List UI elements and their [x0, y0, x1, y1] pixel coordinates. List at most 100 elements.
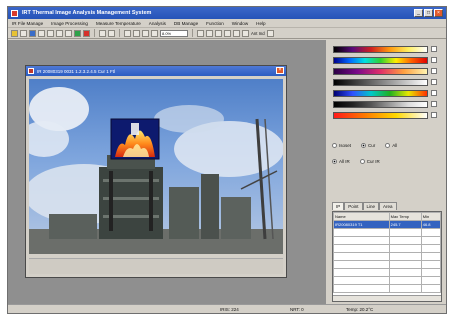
point-tool-icon[interactable] — [124, 29, 131, 37]
zoom-select[interactable]: 8.0% — [160, 29, 188, 37]
open-folder-icon[interactable] — [11, 29, 18, 37]
zoom-in-icon[interactable] — [197, 29, 204, 37]
toolbar-right-label[interactable]: Ant Ind — [251, 31, 265, 36]
measure-tabs: IP Point Line Area — [332, 202, 397, 210]
radio-label: Isoset — [339, 143, 352, 148]
column-header-max-temp[interactable]: Max Temp — [388, 212, 422, 221]
cell-min: 46.8 — [420, 220, 441, 229]
grid-icon[interactable] — [65, 29, 72, 37]
copy-icon[interactable] — [47, 29, 54, 37]
child-close-button[interactable]: × — [276, 67, 284, 74]
radio-label: Cur — [368, 143, 376, 148]
paste-icon[interactable] — [56, 29, 63, 37]
menu-db-manage[interactable]: DB Manage — [170, 21, 202, 26]
crop-icon[interactable] — [233, 29, 240, 37]
table-row[interactable] — [333, 228, 441, 237]
undo-icon[interactable] — [99, 29, 106, 37]
redo-icon[interactable] — [108, 29, 115, 37]
tab-ip[interactable]: IP — [332, 202, 345, 210]
palette-check-4[interactable] — [431, 79, 437, 85]
palette-hot[interactable] — [333, 68, 428, 75]
apply-scope-radios: Isoset Cur All — [332, 143, 397, 148]
save-icon[interactable] — [29, 29, 36, 37]
palette-check-6[interactable] — [431, 101, 437, 107]
tab-line[interactable]: Line — [362, 202, 380, 210]
status-nrt: NRT: 0 — [290, 307, 304, 312]
image-scope-radios: All IR Cur IR — [332, 159, 380, 164]
table-row[interactable] — [333, 284, 441, 293]
right-control-panel: Isoset Cur All All IR Cur IR IP Point Li… — [328, 40, 446, 304]
tab-point[interactable]: Point — [344, 202, 363, 210]
child-window-title: IR 20080319 0031 1.2.3.2.4.5 Cur 1 Ftl — [37, 68, 116, 74]
radio-all-ir[interactable]: All IR — [332, 159, 350, 164]
table-row[interactable] — [333, 260, 441, 269]
app-logo-icon — [11, 9, 18, 17]
table-horizontal-scrollbar[interactable] — [333, 295, 441, 301]
radio-dot — [361, 143, 367, 148]
print-icon[interactable] — [38, 29, 45, 37]
status-bar: IRIS: 224 NRT: 0 Temp: 20.2°C — [8, 304, 446, 313]
child-status-area — [29, 258, 283, 274]
menu-window[interactable]: Window — [228, 21, 252, 26]
settings-icon[interactable] — [266, 29, 274, 37]
cell-max-temp: 245.7 — [388, 220, 422, 229]
menu-function[interactable]: Function — [202, 21, 228, 26]
palette-medical[interactable] — [333, 90, 428, 97]
radio-all[interactable]: All — [385, 143, 397, 148]
table-row[interactable] — [333, 268, 441, 277]
palette-ironbow[interactable] — [333, 46, 428, 53]
palette-check-5[interactable] — [431, 90, 437, 96]
table-row[interactable] — [333, 236, 441, 245]
status-iris: IRIS: 224 — [220, 307, 239, 312]
palette-check-2[interactable] — [431, 57, 437, 63]
column-header-name[interactable]: Name — [333, 212, 390, 221]
title-bar: IRT Thermal Image Analysis Management Sy… — [8, 7, 446, 19]
radio-isoset[interactable]: Isoset — [332, 143, 351, 148]
radio-dot — [385, 143, 391, 148]
measurement-table[interactable]: Name Max Temp Min IR20080319 T1 245.7 46… — [332, 211, 442, 302]
toolbar: 8.0% Ant Ind — [8, 28, 446, 39]
palette-fire[interactable] — [333, 112, 428, 119]
area-tool-icon[interactable] — [142, 29, 149, 37]
fit-icon[interactable] — [215, 29, 222, 37]
mdi-workspace: IR 20080319 0031 1.2.3.2.4.5 Cur 1 Ftl × — [8, 40, 326, 304]
table-row[interactable] — [333, 244, 441, 253]
table-row[interactable] — [333, 276, 441, 285]
table-row[interactable] — [333, 252, 441, 261]
app-window: IRT Thermal Image Analysis Management Sy… — [7, 6, 447, 314]
palette-check-7[interactable] — [431, 112, 437, 118]
column-header-min[interactable]: Min — [420, 212, 441, 221]
rotate-icon[interactable] — [224, 29, 231, 37]
factory-photo — [29, 79, 283, 254]
child-title-bar[interactable]: IR 20080319 0031 1.2.3.2.4.5 Cur 1 Ftl × — [26, 66, 286, 76]
menu-help[interactable]: Help — [252, 21, 269, 26]
stop-icon[interactable] — [83, 29, 90, 37]
menu-image-processing[interactable]: Image Processing — [47, 21, 92, 26]
radio-cur[interactable]: Cur — [361, 143, 375, 148]
table-row[interactable]: IR20080319 T1 245.7 46.8 — [333, 220, 441, 229]
close-button[interactable]: × — [434, 9, 443, 17]
palette-inverted[interactable] — [333, 101, 428, 108]
menu-measure-temperature[interactable]: Measure Temperature — [92, 21, 145, 26]
tab-area[interactable]: Area — [379, 202, 397, 210]
status-temperature: Temp: 20.2°C — [346, 307, 374, 312]
radio-label: All — [392, 143, 398, 148]
palette-check-3[interactable] — [431, 68, 437, 74]
palette-check-1[interactable] — [431, 46, 437, 52]
palette-icon[interactable] — [74, 29, 81, 37]
palette-rainbow[interactable] — [333, 57, 428, 64]
zoom-out-icon[interactable] — [206, 29, 213, 37]
maximize-button[interactable]: □ — [424, 9, 433, 17]
radio-cur-ir[interactable]: Cur IR — [359, 159, 380, 164]
minimize-button[interactable]: _ — [414, 9, 423, 17]
line-tool-icon[interactable] — [133, 29, 140, 37]
menu-analysis[interactable]: Analysis — [145, 21, 170, 26]
pencil-icon[interactable] — [151, 29, 158, 37]
camera-icon[interactable] — [20, 29, 27, 37]
menu-ir-file-manage[interactable]: IR File Manage — [8, 21, 47, 26]
radio-dot — [332, 159, 337, 164]
thermal-image-view[interactable] — [29, 79, 283, 254]
radio-dot — [332, 143, 337, 148]
palette-grey[interactable] — [333, 79, 428, 86]
histogram-icon[interactable] — [242, 29, 249, 37]
